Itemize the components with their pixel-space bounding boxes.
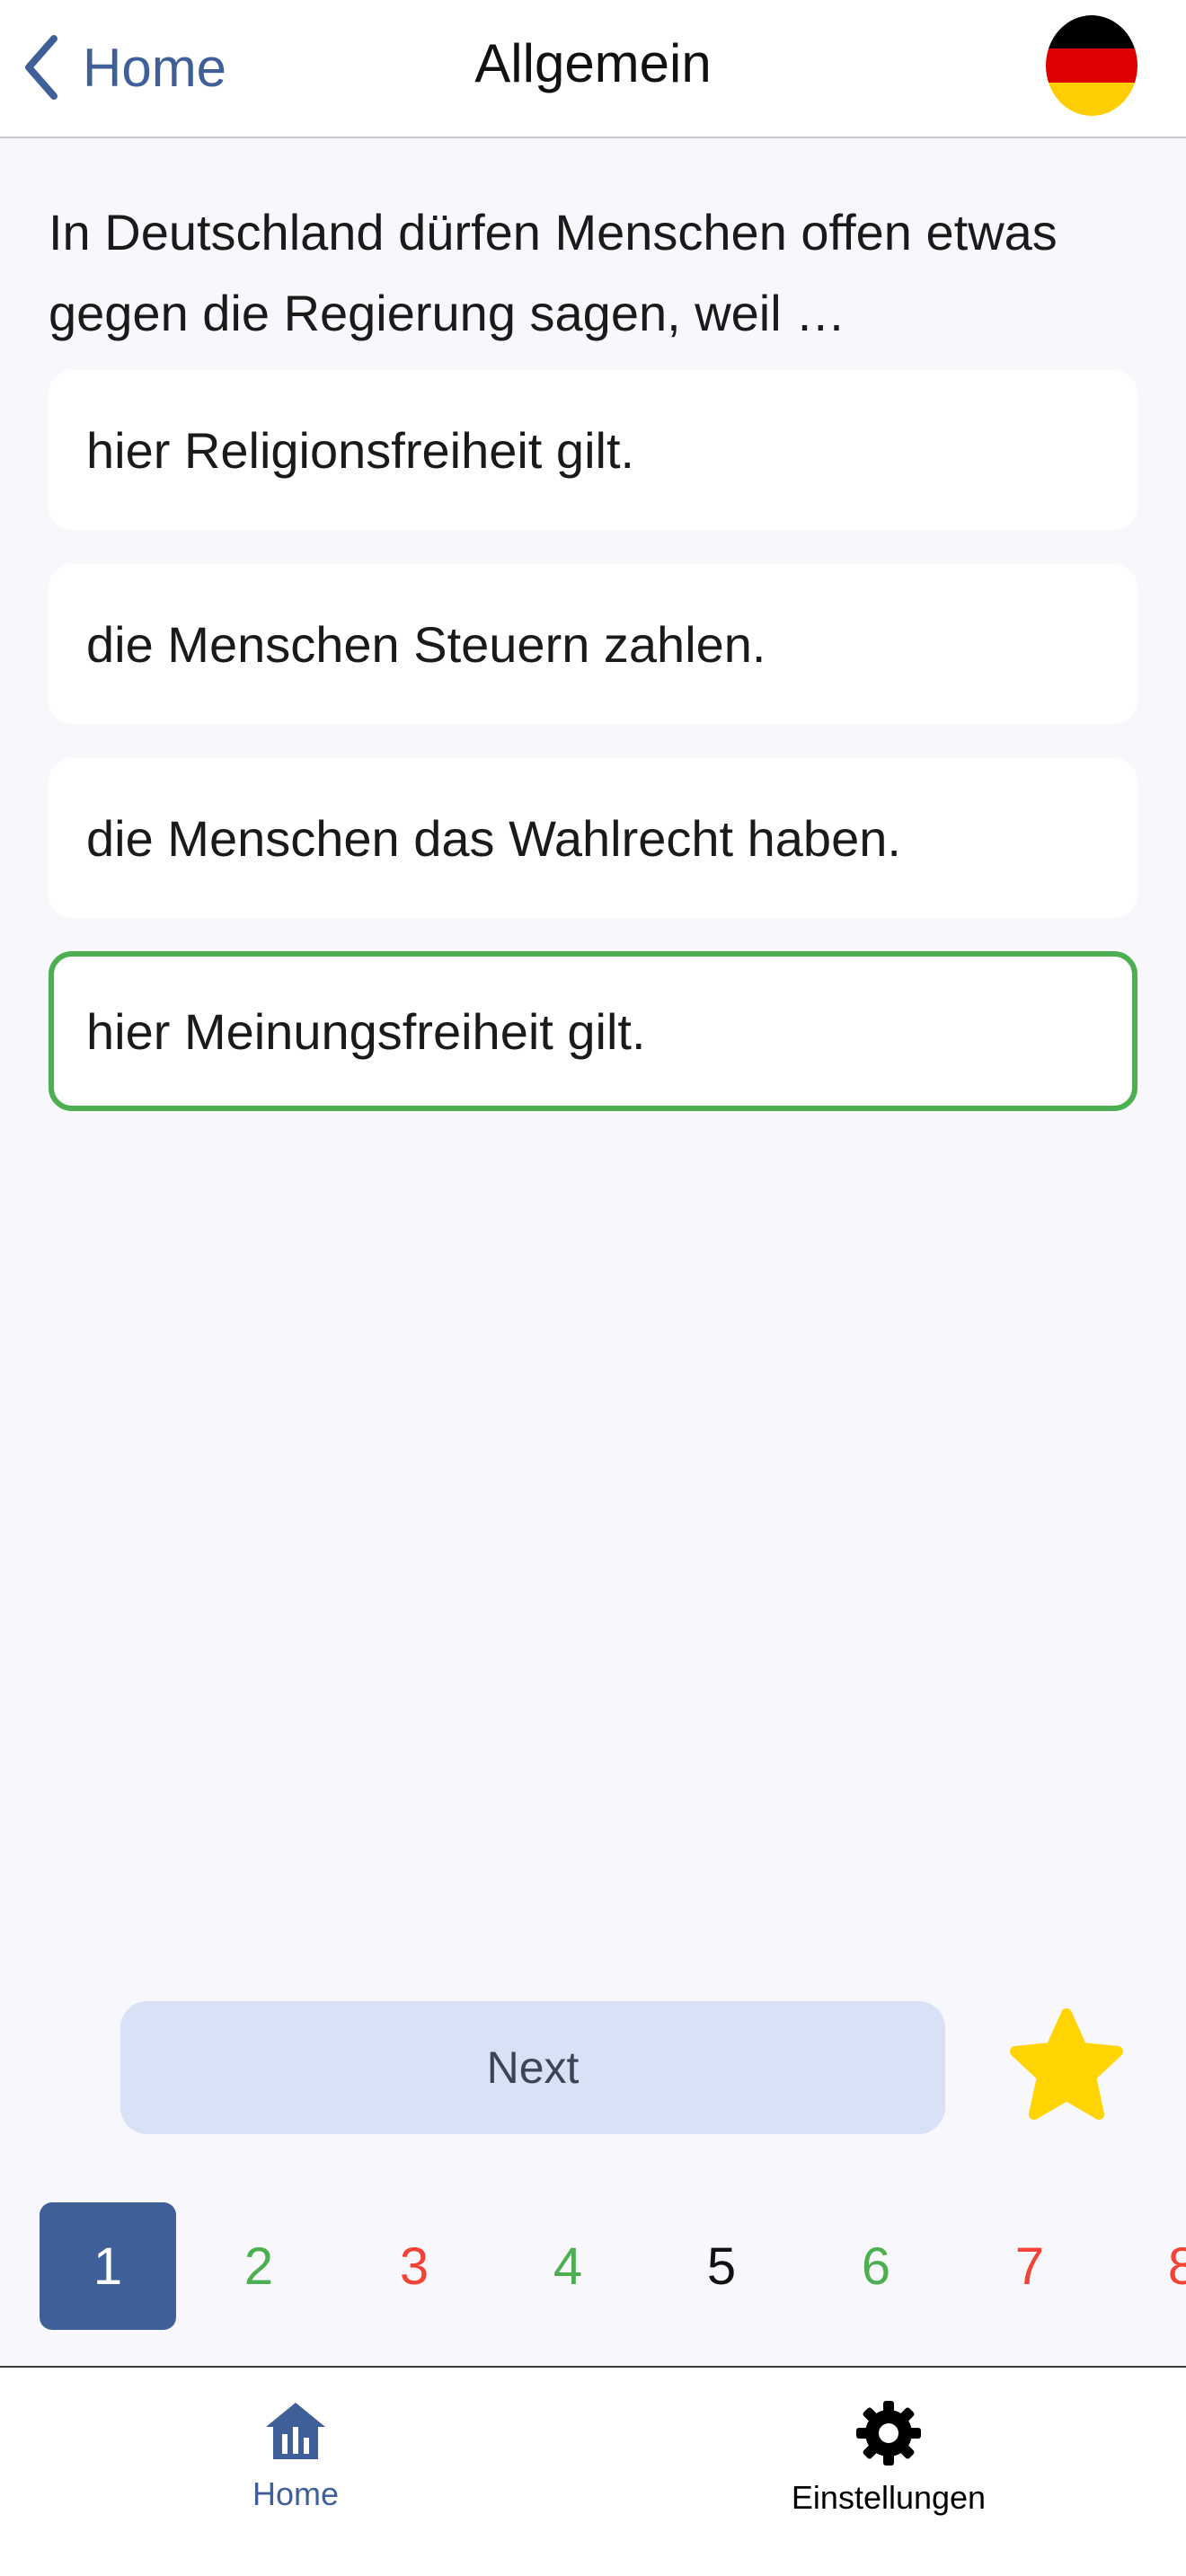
page-number: 2 (243, 2236, 274, 2296)
tab-bar: Home Einstellungen (0, 2366, 1186, 2576)
page-item-5[interactable]: 5 (653, 2202, 790, 2330)
page-item-8[interactable]: 8 (1114, 2202, 1186, 2330)
nav-bar: Home Allgemein (0, 0, 1186, 138)
next-button[interactable]: Next (120, 2001, 945, 2134)
answer-option-1[interactable]: hier Religionsfreiheit gilt. (49, 370, 1137, 530)
chevron-left-icon (25, 35, 58, 100)
answer-option-3[interactable]: die Menschen das Wahlrecht haben. (49, 758, 1137, 918)
answer-option-label: hier Meinungsfreiheit gilt. (86, 1002, 646, 1060)
question-text: In Deutschland dürfen Menschen offen etw… (49, 204, 1058, 341)
language-flag-button[interactable] (1046, 15, 1137, 116)
page-item-4[interactable]: 4 (500, 2202, 636, 2330)
flag-stripe-red (1046, 49, 1137, 83)
tab-settings-label: Einstellungen (791, 2479, 987, 2516)
page-number: 4 (553, 2236, 583, 2296)
flag-stripe-black (1046, 15, 1137, 49)
flag-stripe-gold (1046, 82, 1137, 116)
star-icon[interactable] (1008, 2007, 1125, 2127)
page-number: 7 (1014, 2236, 1045, 2296)
tab-home[interactable]: Home (116, 2400, 475, 2513)
tab-settings[interactable]: Einstellungen (709, 2400, 1068, 2517)
answer-option-4-correct[interactable]: hier Meinungsfreiheit gilt. (49, 951, 1137, 1111)
question-pagination: 1 2 3 4 5 6 7 8 (0, 2202, 1186, 2333)
page-item-1[interactable]: 1 (40, 2202, 176, 2330)
page-number: 8 (1167, 2236, 1186, 2296)
answer-option-label: hier Religionsfreiheit gilt. (86, 421, 635, 479)
page-item-3[interactable]: 3 (346, 2202, 482, 2330)
page-item-6[interactable]: 6 (808, 2202, 944, 2330)
page-number: 5 (706, 2236, 737, 2296)
page-number: 6 (861, 2236, 891, 2296)
page-number: 3 (399, 2236, 429, 2296)
home-icon (266, 2403, 325, 2459)
page-number: 1 (93, 2236, 123, 2296)
tab-home-label: Home (252, 2475, 340, 2512)
answer-option-label: die Menschen das Wahlrecht haben. (86, 809, 901, 867)
next-button-label: Next (486, 2042, 580, 2093)
back-button[interactable]: Home (23, 27, 226, 108)
answer-option-label: die Menschen Steuern zahlen. (86, 615, 766, 673)
page-item-7[interactable]: 7 (961, 2202, 1098, 2330)
back-button-label: Home (83, 37, 227, 98)
answer-option-2[interactable]: die Menschen Steuern zahlen. (49, 564, 1137, 724)
page-item-2[interactable]: 2 (190, 2202, 327, 2330)
gear-icon (856, 2401, 921, 2466)
